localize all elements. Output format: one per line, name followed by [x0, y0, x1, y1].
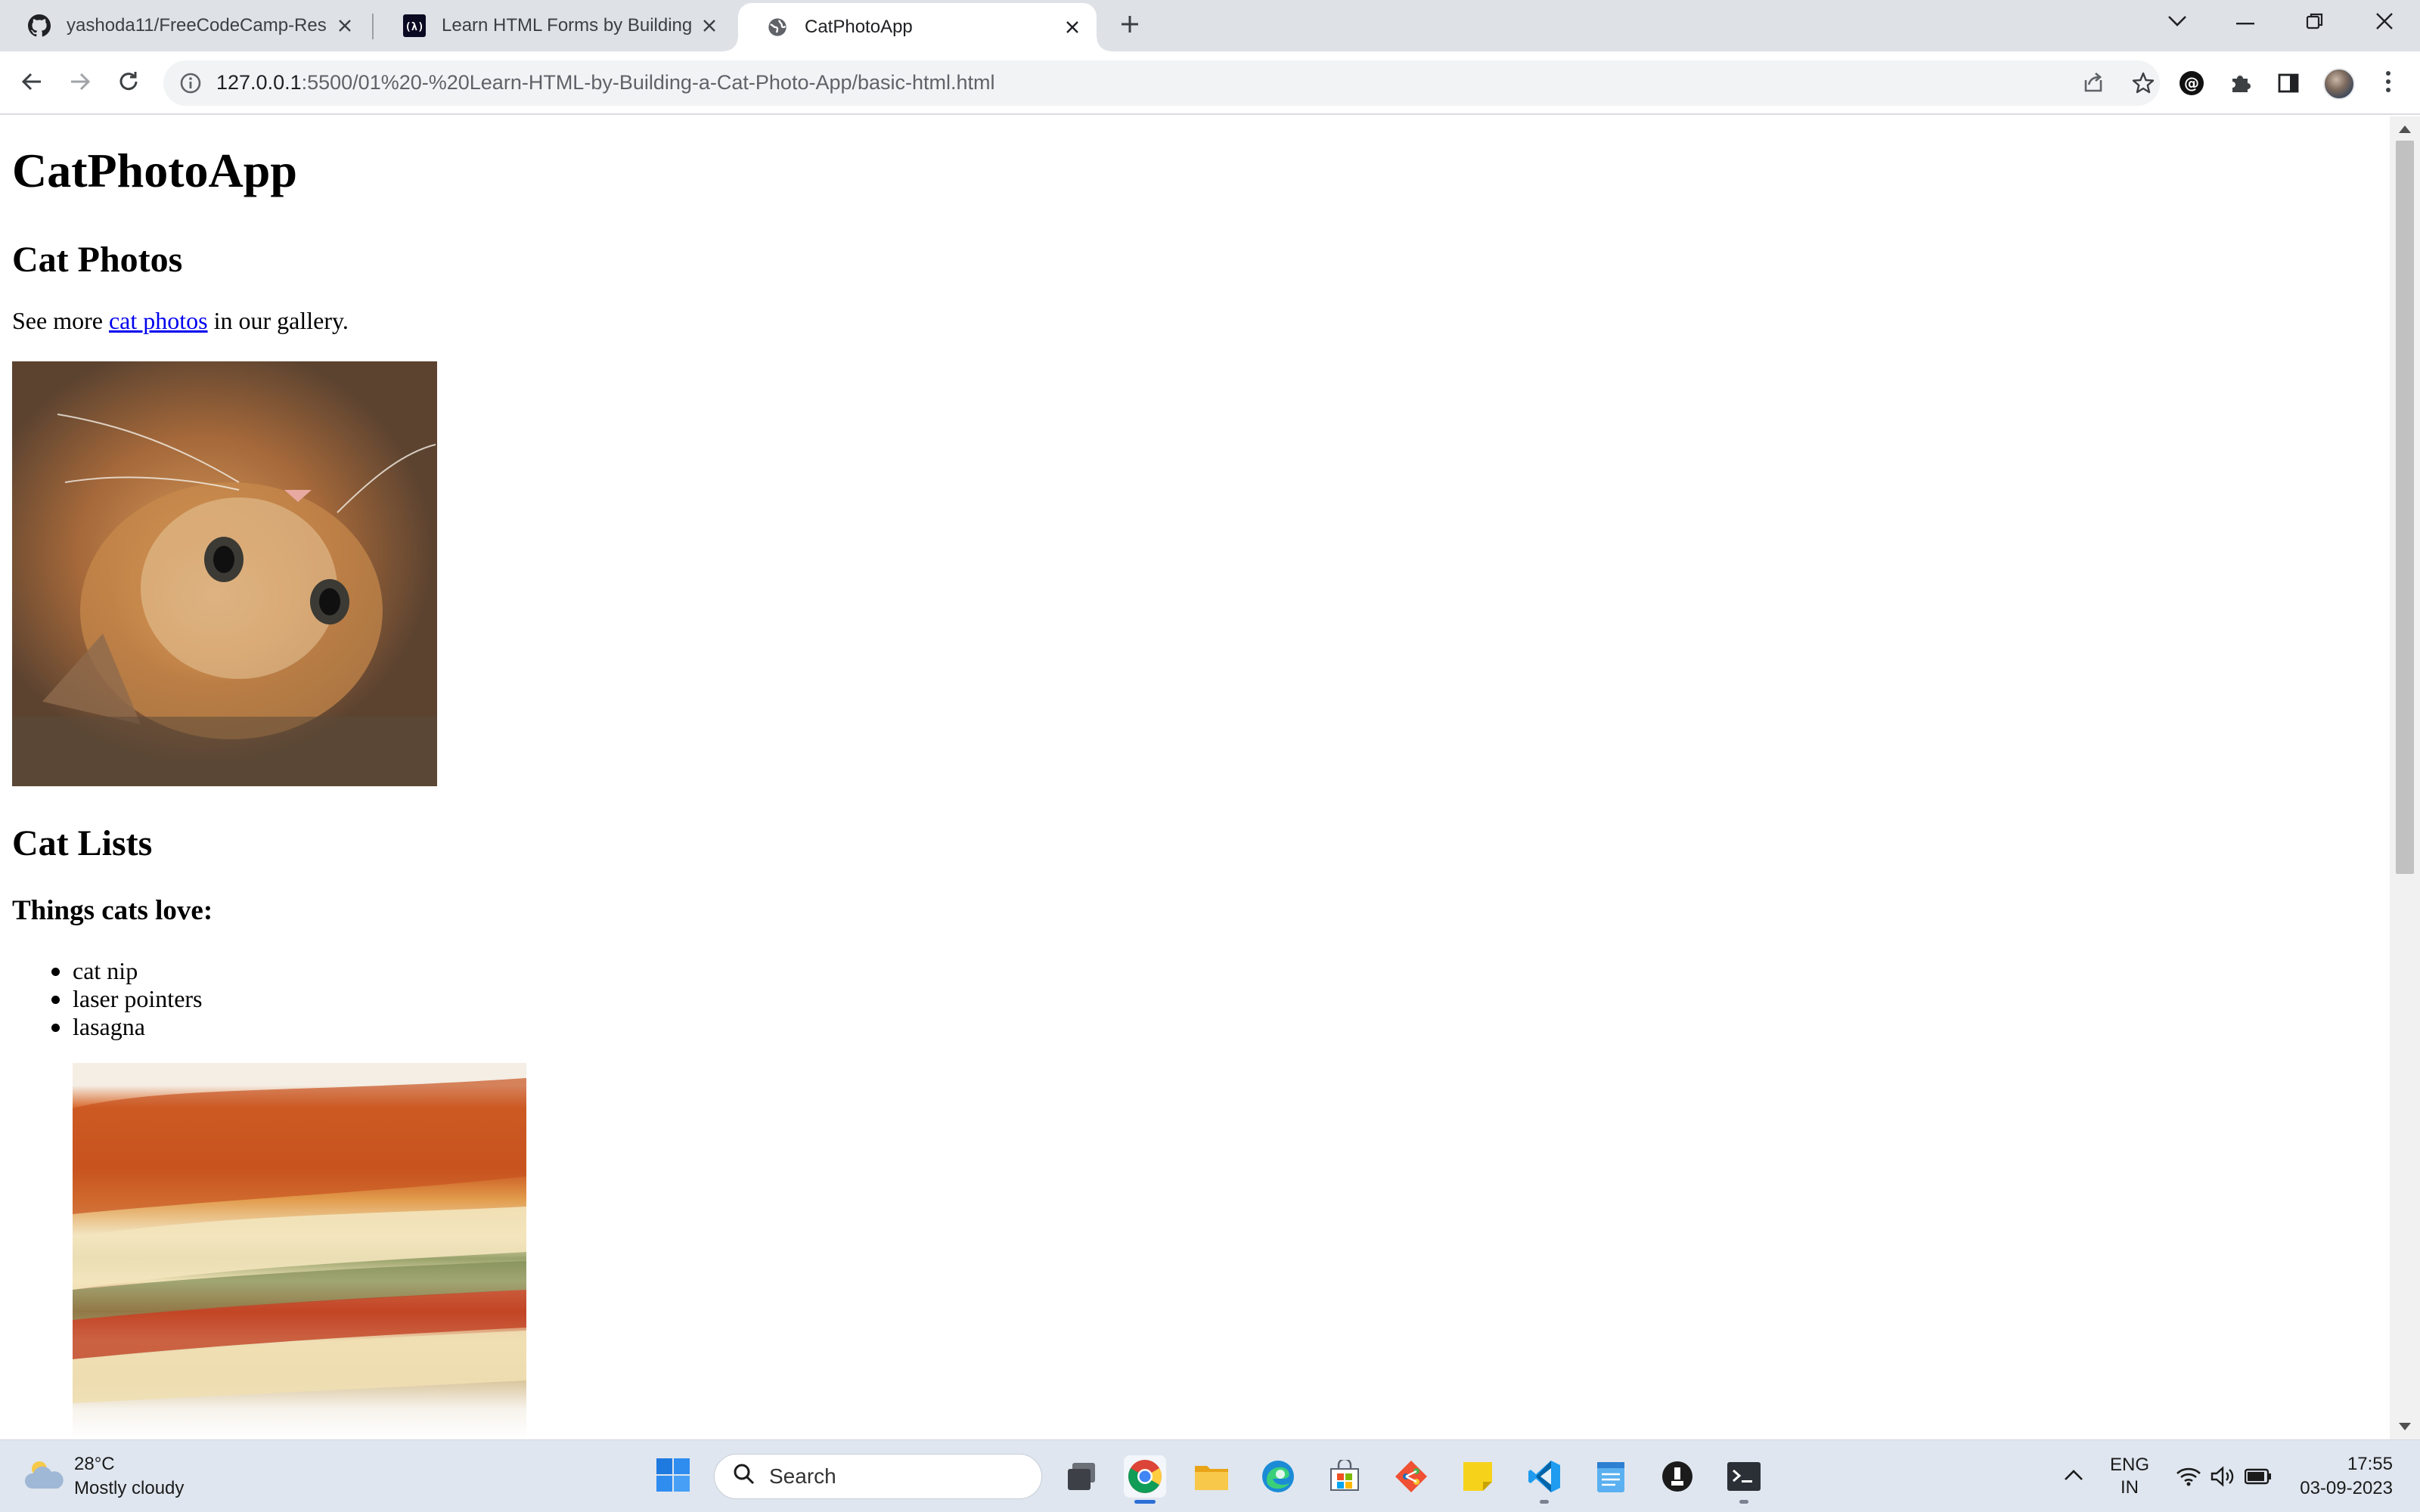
browser-toolbar: 127.0.0.1:5500/01%20-%20Learn-HTML-by-Bu…: [0, 51, 2420, 115]
running-indicator: [1739, 1500, 1748, 1504]
weather-description: Mostly cloudy: [74, 1478, 185, 1498]
tab-title: Learn HTML Forms by Building a: [442, 15, 691, 36]
tab-search-button[interactable]: [2143, 0, 2211, 45]
tab-close-icon[interactable]: [1062, 17, 1083, 38]
minimize-icon: [2236, 16, 2254, 29]
task-view-icon[interactable]: [1060, 1455, 1103, 1498]
chevron-down-icon: [2167, 15, 2187, 31]
battery-icon[interactable]: [2237, 1455, 2279, 1498]
edge-icon[interactable]: [1257, 1455, 1299, 1498]
info-icon[interactable]: [178, 71, 203, 95]
arrow-left-icon: [20, 70, 44, 98]
scrollbar-thumb[interactable]: [2396, 141, 2414, 874]
language-code: ENG: [2110, 1455, 2150, 1475]
running-indicator: [1540, 1500, 1549, 1504]
cloud-icon: [24, 1458, 65, 1495]
kebab-menu-icon: [2385, 70, 2391, 97]
section-heading-cat-lists: Cat Lists: [12, 823, 153, 863]
svg-text:@: @: [2184, 74, 2199, 92]
intro-text-after: in our gallery.: [207, 307, 349, 334]
cat-photos-link[interactable]: cat photos: [109, 307, 208, 334]
terminal-app-icon[interactable]: [1656, 1455, 1699, 1498]
microsoft-store-icon[interactable]: [1323, 1455, 1366, 1498]
file-explorer-icon[interactable]: [1190, 1455, 1233, 1498]
windows-logo-icon: [656, 1458, 690, 1496]
section-heading-cat-photos: Cat Photos: [12, 240, 183, 280]
back-button[interactable]: [15, 67, 48, 100]
chevron-up-icon: [2064, 1469, 2083, 1485]
search-label: Search: [769, 1464, 836, 1488]
extension-icon[interactable]: @: [2175, 67, 2208, 100]
weather-widget[interactable]: 28°C Mostly cloudy: [24, 1452, 184, 1501]
close-icon: [2375, 12, 2394, 34]
star-icon[interactable]: [2131, 71, 2155, 95]
git-icon[interactable]: [1390, 1455, 1432, 1498]
clock[interactable]: 17:55 03-09-2023: [2294, 1452, 2393, 1501]
command-prompt-icon[interactable]: [1723, 1455, 1765, 1504]
side-panel-icon[interactable]: [2272, 67, 2305, 100]
windows-taskbar: 28°C Mostly cloudy Search ENG IN 17:55 0…: [0, 1439, 2420, 1512]
start-button[interactable]: [652, 1455, 694, 1498]
show-hidden-icons-button[interactable]: [2052, 1455, 2095, 1498]
new-tab-button[interactable]: [1115, 11, 1145, 41]
web-page: CatPhotoApp Cat Photos See more cat phot…: [0, 116, 2390, 1439]
chrome-icon[interactable]: [1124, 1455, 1166, 1504]
tab-github[interactable]: yashoda11/FreeCodeCamp-Resp: [0, 0, 369, 51]
tab-close-icon[interactable]: [334, 15, 355, 36]
address-url[interactable]: 127.0.0.1:5500/01%20-%20Learn-HTML-by-Bu…: [216, 71, 995, 94]
scroll-down-arrow[interactable]: [2399, 1423, 2411, 1430]
intro-text-before: See more: [12, 307, 109, 334]
url-host: 127.0.0.1: [216, 71, 302, 94]
cat-photo-image[interactable]: [12, 361, 437, 786]
github-icon: [27, 14, 51, 38]
svg-text:(λ): (λ): [405, 21, 424, 33]
vscode-icon[interactable]: [1523, 1455, 1565, 1504]
notepad-icon[interactable]: [1590, 1455, 1632, 1498]
weather-temperature: 28°C: [74, 1454, 115, 1474]
search-icon: [733, 1463, 755, 1491]
reload-button[interactable]: [112, 67, 145, 100]
restore-icon: [2306, 12, 2324, 34]
puzzle-icon[interactable]: [2223, 67, 2257, 100]
page-title: CatPhotoApp: [12, 144, 297, 197]
lasagna-image[interactable]: [73, 1063, 526, 1439]
plus-icon: [1119, 14, 1140, 39]
sticky-notes-icon[interactable]: [1457, 1455, 1499, 1498]
scroll-up-arrow[interactable]: [2399, 125, 2411, 133]
url-path: :5500/01%20-%20Learn-HTML-by-Building-a-…: [301, 71, 995, 94]
list-item: lasagna: [12, 1013, 203, 1041]
tab-close-icon[interactable]: [699, 15, 720, 36]
globe-icon: [765, 15, 790, 39]
active-indicator: [1134, 1500, 1156, 1504]
reload-icon: [116, 70, 141, 98]
clock-time: 17:55: [2347, 1454, 2393, 1474]
region-code: IN: [2121, 1477, 2139, 1498]
share-icon[interactable]: [2081, 71, 2105, 95]
list-heading: Things cats love:: [12, 895, 213, 926]
tab-strip: yashoda11/FreeCodeCamp-Resp (λ) Learn HT…: [0, 0, 2420, 51]
taskbar-search[interactable]: Search: [714, 1454, 1042, 1499]
cat-love-list: cat nip laser pointers lasagna: [12, 957, 203, 1041]
tab-catphotoapp[interactable]: CatPhotoApp: [724, 3, 1110, 51]
menu-button[interactable]: [2372, 67, 2405, 100]
minimize-button[interactable]: [2211, 0, 2279, 45]
language-indicator[interactable]: ENG IN: [2110, 1454, 2149, 1499]
forward-button[interactable]: [64, 67, 97, 100]
clock-date: 03-09-2023: [2300, 1478, 2393, 1498]
list-item: laser pointers: [12, 985, 203, 1013]
restore-button[interactable]: [2281, 0, 2349, 45]
tab-title: CatPhotoApp: [805, 17, 913, 37]
tab-freecodecamp[interactable]: (λ) Learn HTML Forms by Building a: [375, 0, 734, 51]
tab-title: yashoda11/FreeCodeCamp-Resp: [67, 15, 327, 36]
intro-paragraph: See more cat photos in our gallery.: [12, 308, 349, 333]
close-window-button[interactable]: [2350, 0, 2418, 45]
arrow-right-icon: [68, 70, 92, 98]
page-scrollbar[interactable]: [2390, 116, 2420, 1439]
address-bar[interactable]: 127.0.0.1:5500/01%20-%20Learn-HTML-by-Bu…: [163, 60, 2160, 106]
freecodecamp-icon: (λ): [402, 14, 427, 38]
tab-separator: [372, 14, 374, 39]
profile-avatar[interactable]: [2323, 68, 2355, 100]
list-item: cat nip: [12, 957, 203, 985]
